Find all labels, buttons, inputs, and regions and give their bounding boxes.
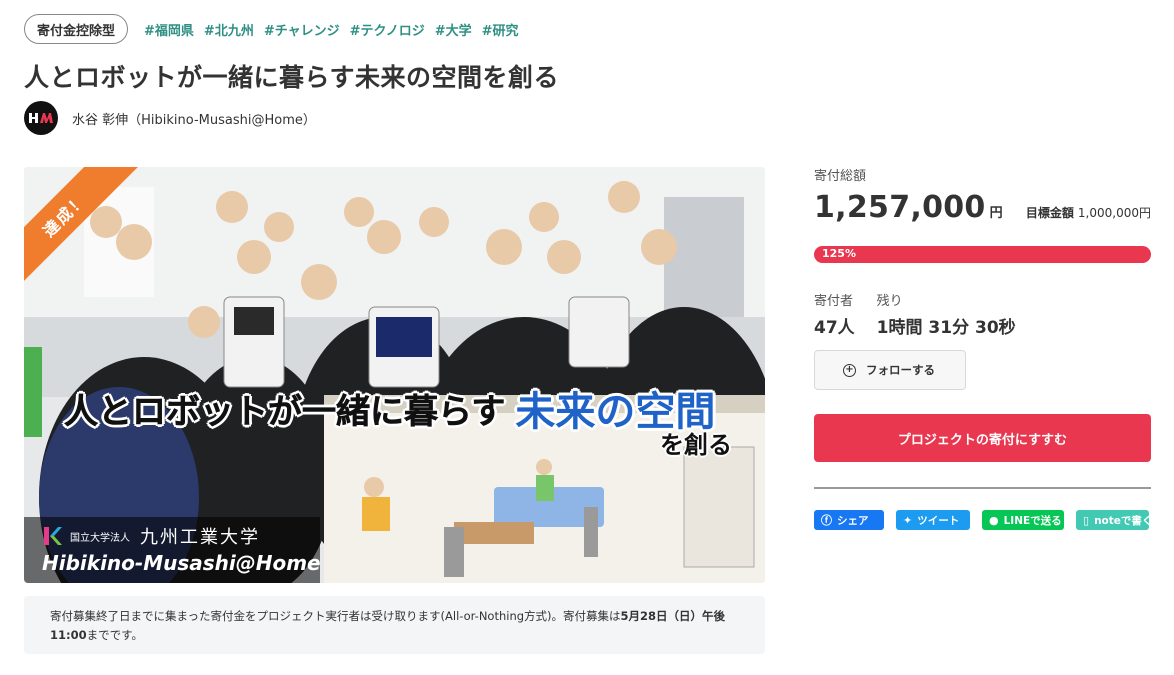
total-amount: 1,257,000 [814,190,986,225]
share-row: ⓕ シェア ✦ ツイート ● LINEで送る ▯ noteで書く [814,510,1153,530]
facebook-share-button[interactable]: ⓕ シェア [814,510,884,530]
note-share-button[interactable]: ▯ noteで書く [1076,510,1153,530]
total-unit: 円 [989,206,1003,221]
remaining-stat: 残り 1時間 31分 30秒 [877,290,1016,338]
tag-link[interactable]: #福岡県 [144,20,194,39]
total-label: 寄付総額 [814,169,867,184]
twitter-share-label: ツイート [917,514,960,527]
university-block: 国立大学法人 九州工業大学 Hibikino-Musashi@Home [24,517,321,583]
goal-amount: 目標金額 1,000,000円 [1026,204,1151,221]
notice-text-end: までです。 [86,628,143,642]
deadline-notice: 寄付募集終了日までに集まった寄付金をプロジェクト実行者は受け取ります(All-o… [24,596,765,654]
university-name: 九州工業大学 [140,527,260,548]
line-icon: ● [989,513,999,527]
donation-panel: 寄付総額 1,257,000 円 目標金額 1,000,000円 125% 寄付者… [814,165,1152,530]
follow-button[interactable]: + フォローする [814,350,966,390]
line-share-button[interactable]: ● LINEで送る [982,510,1064,530]
progress-label: 125% [822,247,856,260]
follow-label: フォローする [866,363,935,377]
tag-link[interactable]: #研究 [482,20,519,39]
note-share-label: noteで書く [1094,514,1153,527]
author-row[interactable]: 水谷 彰伸（Hibikino-Musashi@Home） [24,101,316,135]
team-name: Hibikino-Musashi@Home [42,551,321,575]
plus-circle-icon: + [843,363,856,377]
avatar[interactable] [24,101,58,135]
donors-stat: 寄付者 47人 [814,290,855,338]
hero-headline: 人とロボットが一緒に暮らす 未来の空間 [64,379,716,437]
divider [814,487,1151,489]
headline-part3: を創る [660,431,732,459]
note-icon: ▯ [1083,513,1090,527]
goal-value: 1,000,000円 [1077,206,1151,220]
tag-link[interactable]: #テクノロジ [350,20,425,39]
twitter-bird-icon: ✦ [903,513,913,527]
tag-link[interactable]: #チャレンジ [264,20,340,39]
notice-text: 寄付募集終了日までに集まった寄付金をプロジェクト実行者は受け取ります(All-o… [50,609,621,623]
remaining-value: 1時間 31分 30秒 [876,318,1016,338]
line-share-label: LINEで送る [1003,514,1062,527]
hero-image: 達成！ 人とロボットが一緒に暮らす 未来の空間 を創る 国立大学法人 九州工業大… [24,167,765,583]
donate-button[interactable]: プロジェクトの寄付にすすむ [814,414,1151,462]
remaining-label: 残り [876,294,903,309]
progress-bar: 125% [814,246,1151,263]
tag-row: 寄付金控除型 #福岡県 #北九州 #チャレンジ #テクノロジ #大学 #研究 [24,14,529,44]
university-corp-label: 国立大学法人 [70,532,130,544]
page-title: 人とロボットが一緒に暮らす未来の空間を創る [24,63,560,92]
tag-link[interactable]: #北九州 [204,20,254,39]
category-badge[interactable]: 寄付金控除型 [24,14,129,44]
tag-link[interactable]: #大学 [435,20,472,39]
twitter-share-button[interactable]: ✦ ツイート [896,510,970,530]
donors-value: 47人 [814,318,855,338]
donors-label: 寄付者 [814,294,854,309]
facebook-icon: ⓕ [821,514,832,527]
facebook-share-label: シェア [837,514,869,527]
author-name[interactable]: 水谷 彰伸（Hibikino-Musashi@Home） [72,109,316,128]
university-logo-icon [44,527,62,545]
goal-label: 目標金額 [1025,206,1074,220]
headline-part1: 人とロボットが一緒に暮らす [64,391,506,432]
